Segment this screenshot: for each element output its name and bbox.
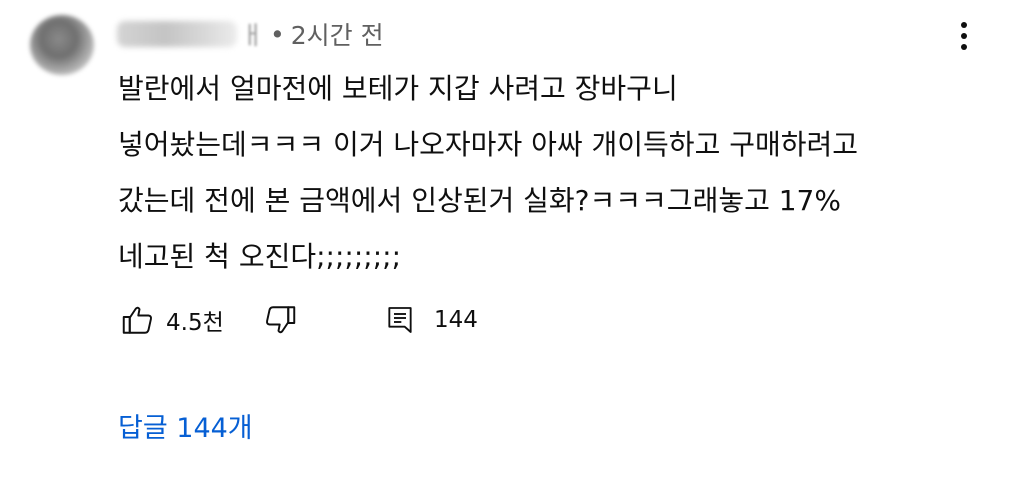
reply-count: 144 (434, 307, 478, 333)
comment-line: 넣어놨는데ㅋㅋㅋ 이거 나오자마자 아싸 개이득하고 구매하려고 (118, 128, 859, 161)
author-name-tail: ㅐ (241, 21, 265, 50)
view-replies-link[interactable]: 답글 144개 (118, 406, 253, 445)
dislike-button[interactable] (262, 298, 298, 342)
avatar[interactable] (30, 15, 94, 75)
author-name-blurred[interactable] (117, 21, 237, 47)
more-vert-icon-dot (961, 21, 967, 28)
comment-thread: ㅐ • 2시간 전 발란에서 얼마전에 보테가 지갑 사려고 장바구니 넣어놨는… (0, 0, 1024, 493)
comment-line: 네고된 척 오진다;;;;;;;;; (118, 240, 402, 273)
more-actions-button[interactable] (946, 16, 982, 56)
comment-timestamp[interactable]: 2시간 전 (291, 16, 384, 52)
comment-line: 갔는데 전에 본 금액에서 인상된거 실화?ㅋㅋㅋ그래놓고 17% (118, 184, 841, 217)
thumbs-up-icon (120, 302, 156, 338)
comment-icon (384, 303, 416, 337)
more-vert-icon-dot (961, 32, 967, 39)
meta-separator: • (270, 19, 285, 49)
more-vert-icon-dot (961, 44, 967, 51)
reply-button[interactable]: 144 (384, 298, 478, 342)
comment-actions: 4.5천 144 (120, 298, 540, 342)
comment-body: 발란에서 얼마전에 보테가 지갑 사려고 장바구니 넣어놨는데ㅋㅋㅋ 이거 나오… (118, 61, 998, 285)
comment-header: ㅐ • 2시간 전 (117, 14, 384, 54)
like-button[interactable]: 4.5천 (120, 298, 224, 342)
like-count: 4.5천 (166, 310, 224, 336)
thumbs-down-icon (262, 302, 298, 338)
comment-line: 발란에서 얼마전에 보테가 지갑 사려고 장바구니 (118, 72, 678, 105)
